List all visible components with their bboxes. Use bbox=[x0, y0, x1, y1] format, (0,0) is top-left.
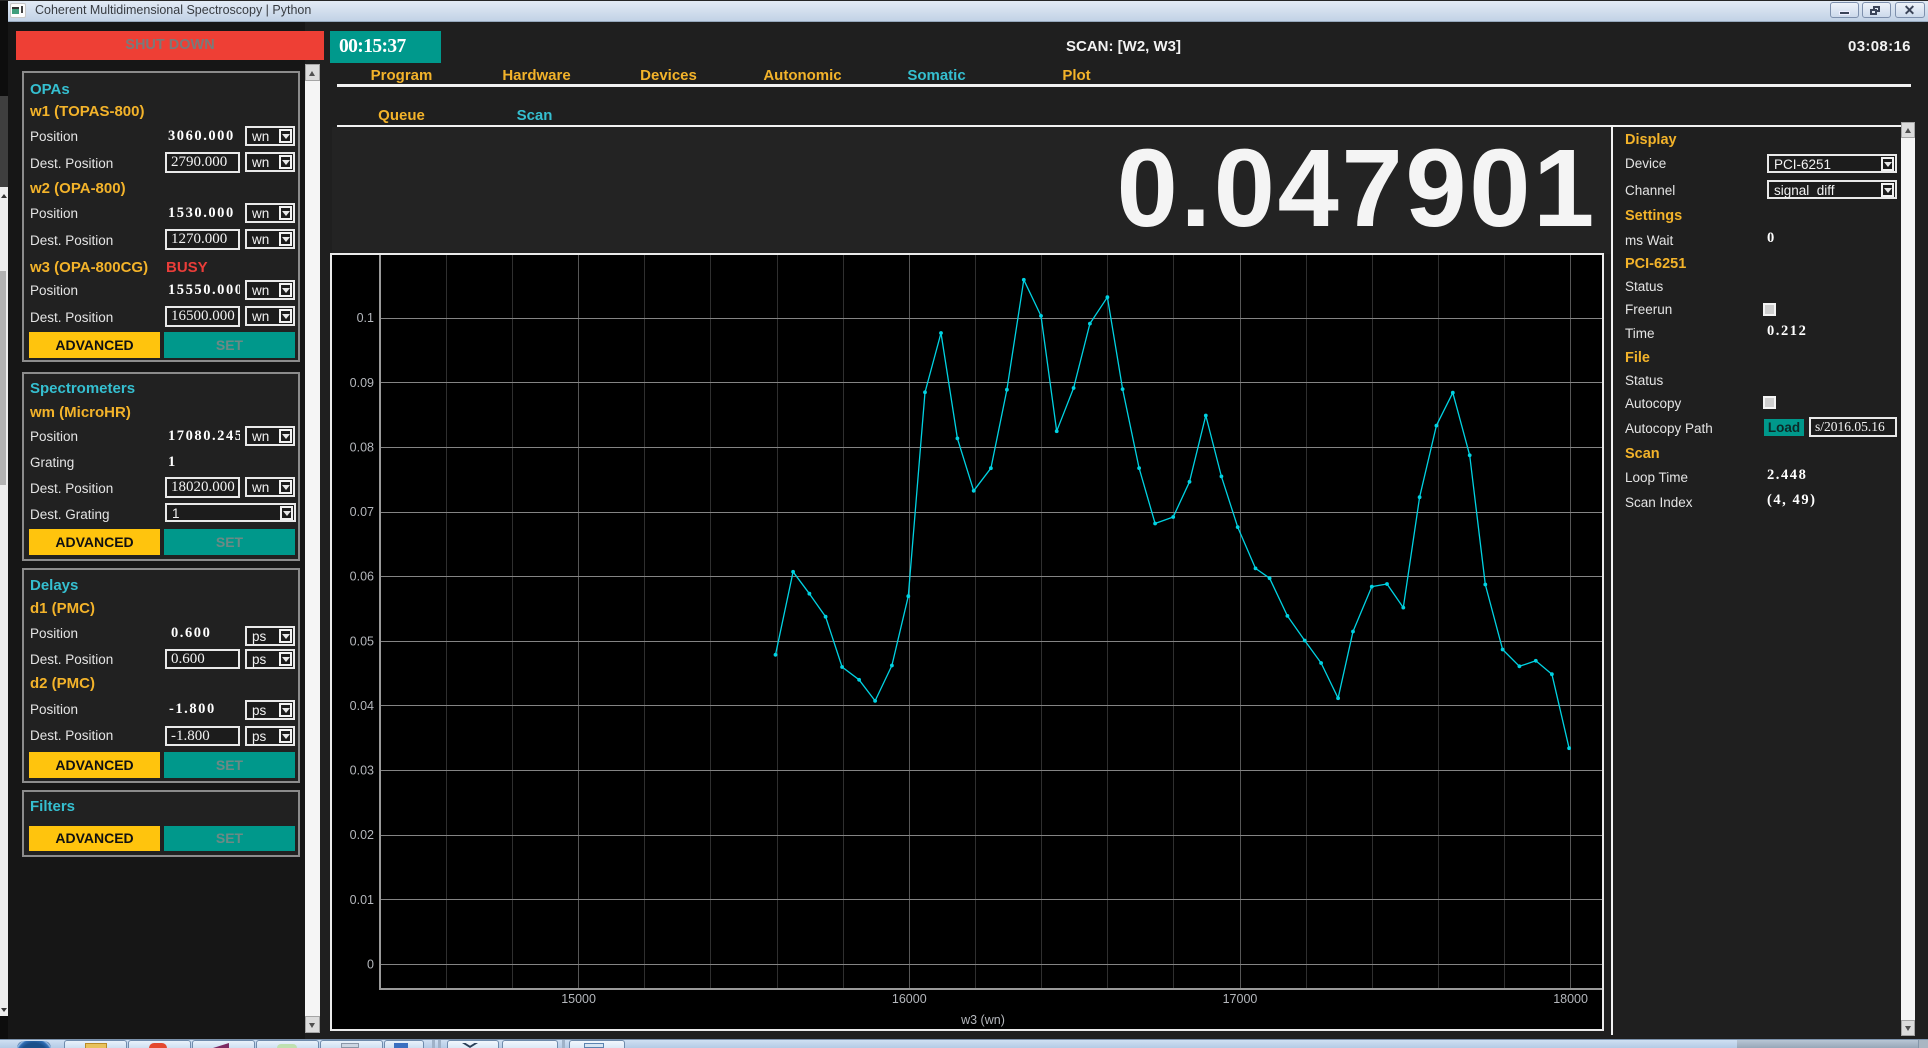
svg-text:18000: 18000 bbox=[1553, 992, 1588, 1006]
svg-text:0.03: 0.03 bbox=[350, 764, 374, 778]
svg-text:0.05: 0.05 bbox=[350, 634, 374, 648]
svg-text:0.04: 0.04 bbox=[350, 699, 374, 713]
svg-text:16000: 16000 bbox=[892, 992, 927, 1006]
svg-text:0.09: 0.09 bbox=[350, 376, 374, 390]
svg-text:0.01: 0.01 bbox=[350, 893, 374, 907]
svg-text:17000: 17000 bbox=[1223, 992, 1258, 1006]
svg-text:0.1: 0.1 bbox=[357, 311, 374, 325]
svg-text:0.02: 0.02 bbox=[350, 828, 374, 842]
svg-text:0.06: 0.06 bbox=[350, 570, 374, 584]
svg-text:0.07: 0.07 bbox=[350, 505, 374, 519]
svg-text:w3 (wn): w3 (wn) bbox=[960, 1013, 1005, 1027]
svg-text:0: 0 bbox=[367, 957, 374, 971]
svg-text:15000: 15000 bbox=[561, 992, 596, 1006]
svg-text:0.08: 0.08 bbox=[350, 440, 374, 454]
